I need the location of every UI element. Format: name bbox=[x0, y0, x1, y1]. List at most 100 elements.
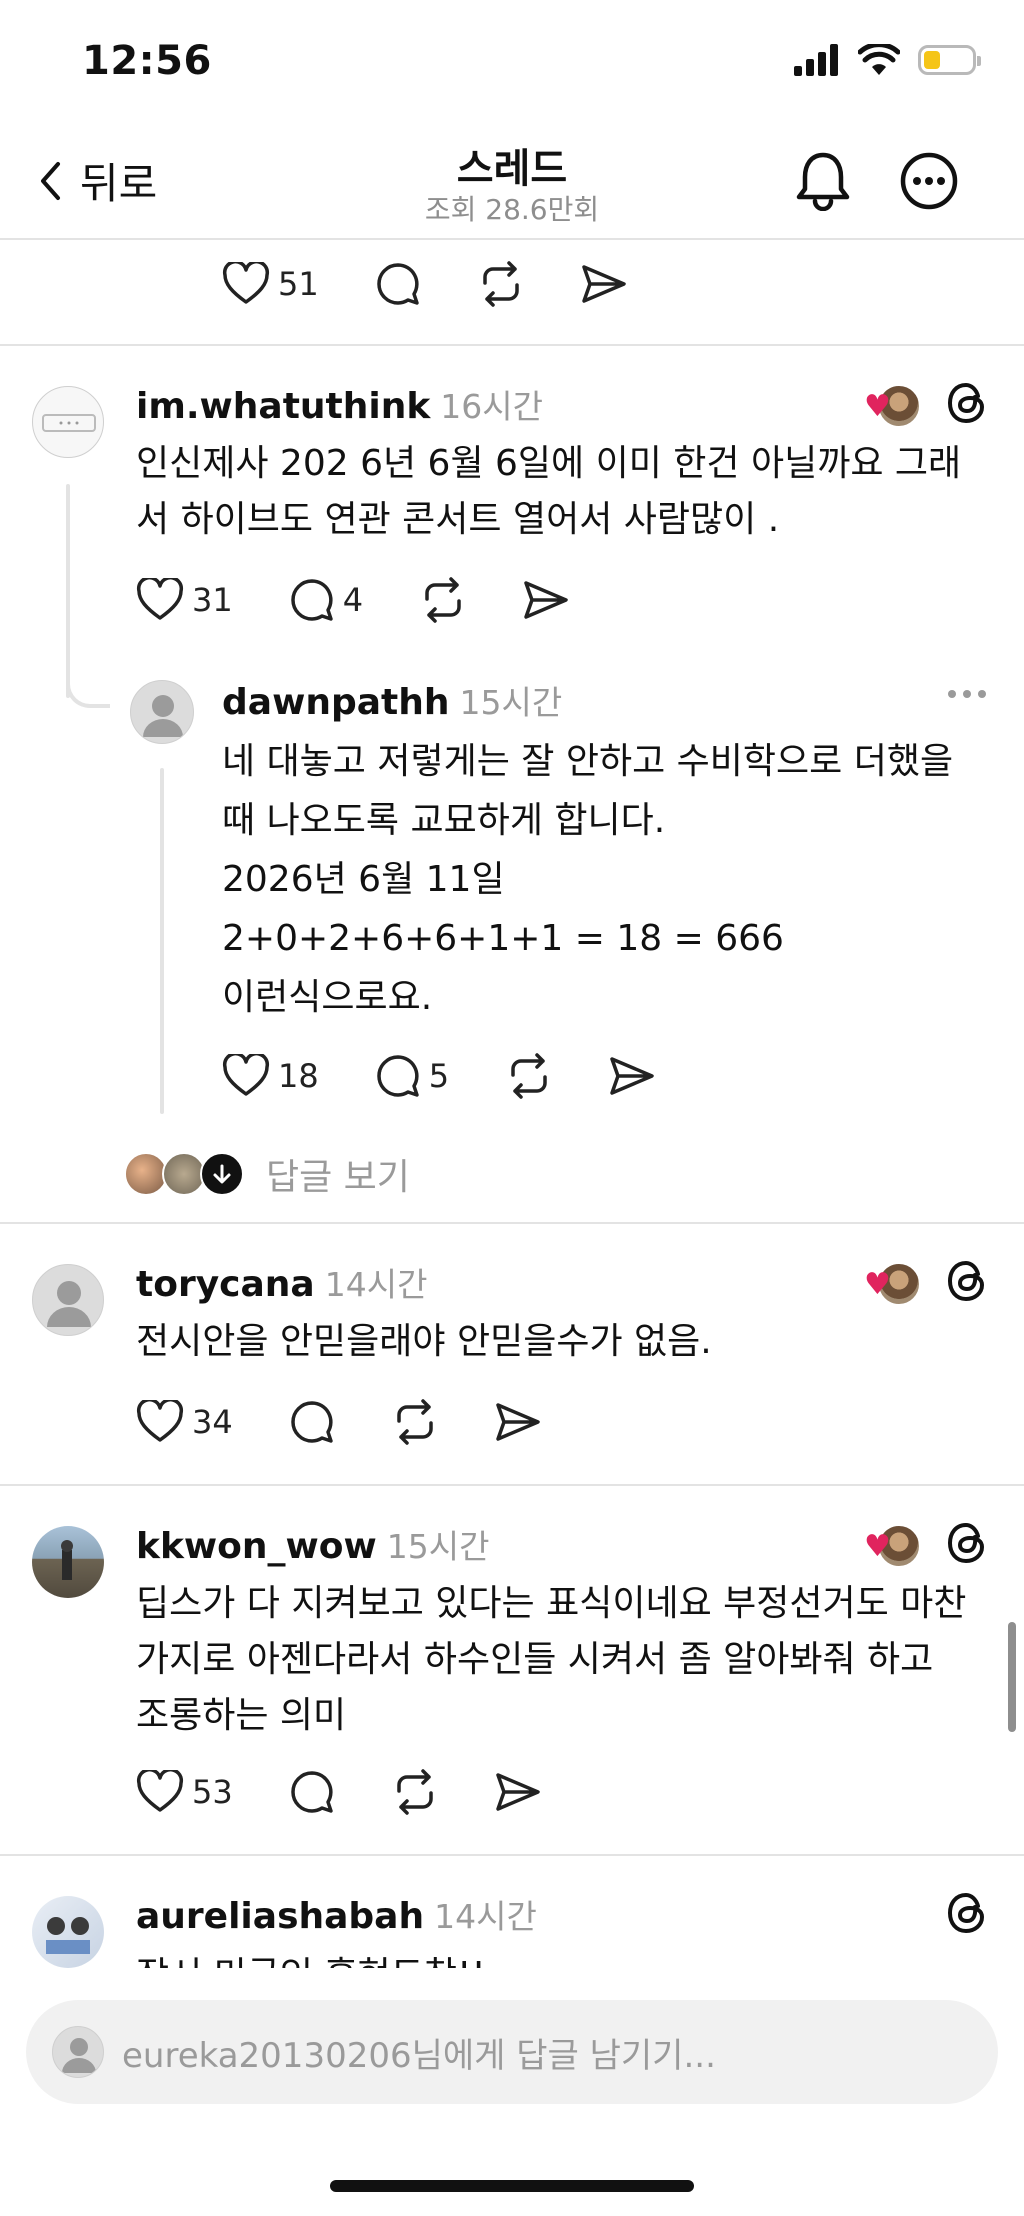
avatar[interactable] bbox=[130, 680, 194, 744]
like-count: 53 bbox=[192, 1773, 233, 1811]
comment-actions: 34 bbox=[136, 1392, 597, 1452]
send-icon bbox=[610, 1057, 654, 1095]
scrollbar[interactable] bbox=[1008, 1622, 1016, 1732]
comment-actions: 31 4 bbox=[136, 570, 625, 630]
comment-icon bbox=[377, 263, 419, 305]
repost-button[interactable] bbox=[391, 1769, 439, 1815]
avatar bbox=[52, 2026, 104, 2078]
thread-line bbox=[160, 768, 164, 1114]
send-icon bbox=[581, 265, 626, 303]
username[interactable]: kkwon_wow bbox=[136, 1526, 377, 1567]
more-options-button[interactable] bbox=[896, 148, 962, 214]
threads-logo-icon bbox=[947, 382, 985, 424]
timestamp: 14시간 bbox=[434, 1897, 537, 1936]
share-button[interactable] bbox=[495, 1771, 541, 1813]
notifications-button[interactable] bbox=[790, 148, 856, 214]
post-divider bbox=[0, 344, 1024, 346]
reply-button[interactable] bbox=[289, 1769, 335, 1815]
top-post-actions: 51 bbox=[222, 254, 683, 314]
comment-line: 2026년 6월 11일 bbox=[222, 859, 505, 900]
timestamp: 16시간 bbox=[440, 387, 544, 426]
comment-header: torycana 14시간 bbox=[136, 1258, 427, 1306]
like-button[interactable]: 53 bbox=[136, 1770, 233, 1814]
avatar-image bbox=[61, 1540, 73, 1580]
send-icon bbox=[524, 581, 568, 619]
avatar[interactable] bbox=[32, 1526, 104, 1598]
comment-text: 네 대놓고 저렇게는 잘 안하고 수비학으로 더했을 때 나오도록 교묘하게 합… bbox=[222, 732, 953, 1027]
avatar[interactable] bbox=[32, 386, 104, 458]
status-icons bbox=[794, 44, 981, 76]
username[interactable]: im.whatuthink bbox=[136, 386, 430, 427]
reply-placeholder: eureka20130206님에게 답글 남기기... bbox=[122, 2035, 716, 2076]
comment-icon bbox=[291, 579, 333, 621]
like-count: 34 bbox=[192, 1403, 233, 1441]
threads-logo-button[interactable] bbox=[944, 1890, 990, 1940]
repost-button[interactable] bbox=[505, 1053, 553, 1099]
like-button[interactable]: 34 bbox=[136, 1400, 233, 1444]
avatar[interactable] bbox=[32, 1264, 104, 1336]
heart-filled-icon: ♥ bbox=[864, 1528, 891, 1564]
threads-logo-button[interactable] bbox=[944, 1520, 990, 1570]
threads-logo-button[interactable] bbox=[944, 1258, 990, 1308]
username[interactable]: aureliashabah bbox=[136, 1896, 424, 1937]
comment-divider bbox=[0, 1484, 1024, 1486]
share-button[interactable] bbox=[609, 1055, 655, 1097]
like-count: 31 bbox=[192, 581, 233, 619]
like-button[interactable]: 31 bbox=[136, 578, 233, 622]
comment-header: im.whatuthink 16시간 bbox=[136, 380, 543, 428]
arrow-down-icon bbox=[200, 1152, 244, 1196]
username[interactable]: dawnpathh bbox=[222, 682, 449, 723]
like-button[interactable]: 18 bbox=[222, 1054, 319, 1098]
signal-icon bbox=[794, 44, 838, 76]
reply-button[interactable] bbox=[375, 261, 421, 307]
comment-line: 가지로 아젠다라서 하수인들 시켜서 좀 알아봐줘 하고 bbox=[136, 1639, 934, 1680]
reply-button[interactable]: 4 bbox=[289, 577, 363, 623]
heart-icon bbox=[136, 578, 184, 620]
view-replies-button[interactable]: 답글 보기 bbox=[124, 1148, 410, 1200]
repost-icon bbox=[511, 1053, 547, 1099]
thread-line bbox=[66, 484, 70, 698]
repost-button[interactable] bbox=[419, 577, 467, 623]
home-indicator[interactable] bbox=[330, 2180, 694, 2192]
default-avatar-icon bbox=[47, 1281, 91, 1327]
avatar[interactable] bbox=[32, 1896, 104, 1968]
view-count: 조회 28.6만회 bbox=[424, 193, 600, 226]
comment-text: 딥스가 다 지켜보고 있다는 표식이네요 부정선거도 마찬 가지로 아젠다라서 … bbox=[136, 1576, 966, 1744]
header-divider bbox=[0, 238, 1024, 240]
view-replies-label: 답글 보기 bbox=[266, 1157, 410, 1198]
reply-button[interactable] bbox=[289, 1399, 335, 1445]
comment-line: 이런식으로요. bbox=[222, 977, 433, 1018]
comment-text: 전시안을 안믿을래야 안믿을수가 없음. bbox=[136, 1314, 712, 1370]
heart-icon bbox=[136, 1400, 184, 1442]
send-icon bbox=[495, 1773, 540, 1811]
reply-count: 5 bbox=[428, 1057, 450, 1095]
heart-icon bbox=[222, 262, 270, 304]
like-button[interactable]: 51 bbox=[222, 262, 319, 306]
repost-button[interactable] bbox=[391, 1399, 439, 1445]
comment-header: kkwon_wow 15시간 bbox=[136, 1520, 489, 1568]
repost-icon bbox=[425, 577, 461, 623]
comment-header: dawnpathh 15시간 bbox=[222, 676, 562, 724]
comment-actions: 18 5 bbox=[222, 1046, 711, 1106]
more-button[interactable] bbox=[946, 682, 988, 710]
share-button[interactable] bbox=[523, 579, 569, 621]
share-button[interactable] bbox=[495, 1401, 541, 1443]
repost-button[interactable] bbox=[477, 261, 525, 307]
timestamp: 14시간 bbox=[324, 1265, 428, 1304]
comment-line: 네 대놓고 저렇게는 잘 안하고 수비학으로 더했을 bbox=[222, 741, 954, 782]
reply-button[interactable]: 5 bbox=[375, 1053, 449, 1099]
comment-divider bbox=[0, 1222, 1024, 1224]
comment-actions: 53 bbox=[136, 1762, 597, 1822]
share-button[interactable] bbox=[581, 263, 627, 305]
reply-count: 4 bbox=[342, 581, 364, 619]
reply-input[interactable]: eureka20130206님에게 답글 남기기... bbox=[26, 2000, 998, 2104]
heart-icon bbox=[136, 1770, 184, 1812]
page-title: 스레드 bbox=[456, 146, 568, 192]
avatar-image bbox=[42, 414, 96, 432]
avatar-image bbox=[46, 1917, 90, 1954]
heart-filled-icon: ♥ bbox=[864, 1266, 891, 1302]
comment-text: 인신제사 202 6년 6월 6일에 이미 한건 아닐까요 그래 서 하이브도 … bbox=[136, 436, 961, 548]
username[interactable]: torycana bbox=[136, 1264, 315, 1305]
repost-icon bbox=[482, 261, 519, 307]
threads-logo-button[interactable] bbox=[944, 380, 990, 430]
